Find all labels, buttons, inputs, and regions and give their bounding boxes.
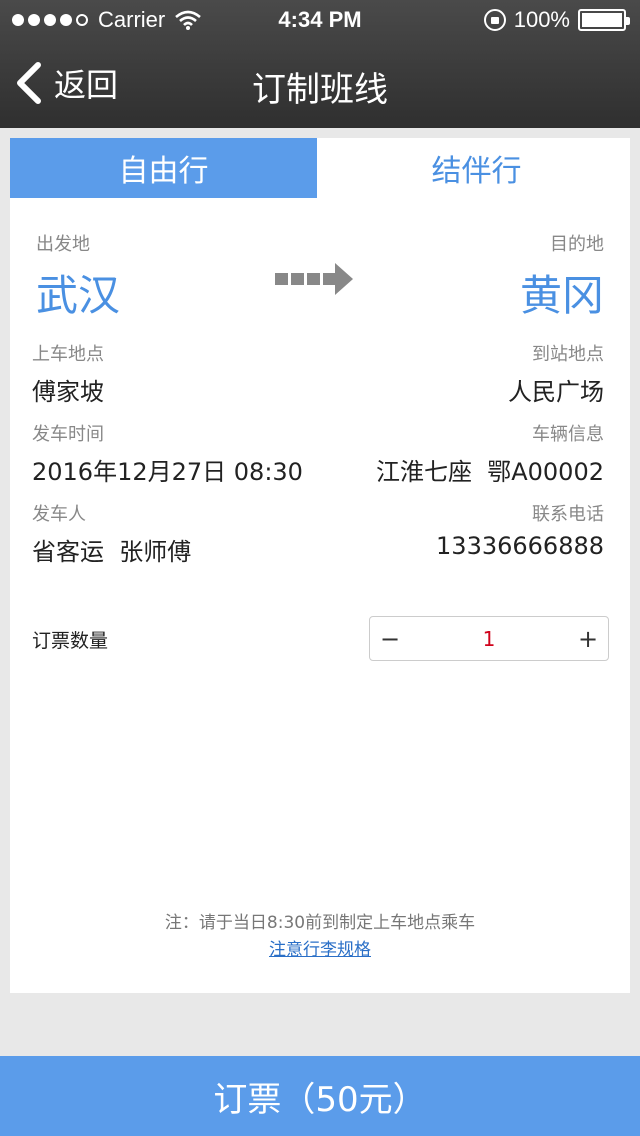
order-button[interactable]: 订票（50元） xyxy=(0,1056,640,1136)
operator-name: 省客运 张师傅 xyxy=(32,538,192,566)
departure-time-label: 发车时间 xyxy=(32,424,104,445)
status-right: 100% xyxy=(483,7,630,33)
pickup-label: 上车地点 xyxy=(32,344,104,365)
vehicle-label: 车辆信息 xyxy=(532,424,604,445)
tab-free-travel[interactable]: 自由行 xyxy=(10,138,317,198)
arrival-location: 人民广场 xyxy=(508,378,604,406)
phone-label: 联系电话 xyxy=(532,504,604,525)
quantity-value[interactable]: 1 xyxy=(410,627,568,651)
battery-icon xyxy=(578,9,630,31)
arrival-label: 到站地点 xyxy=(532,344,604,365)
increment-button[interactable]: + xyxy=(568,617,608,660)
phone-number[interactable]: 13336666888 xyxy=(436,532,604,560)
luggage-rules-link[interactable]: 注意行李规格 xyxy=(10,935,630,960)
origin-label: 出发地 xyxy=(36,234,90,255)
top-bar: Carrier 4:34 PM 100% 返回 订制班线 xyxy=(0,0,640,128)
nav-bar: 返回 订制班线 xyxy=(0,40,640,128)
vehicle-info: 江淮七座 鄂A00002 xyxy=(375,458,604,486)
battery-percent: 100% xyxy=(513,7,570,32)
tab-group-travel[interactable]: 结伴行 xyxy=(323,138,630,198)
decrement-button[interactable]: − xyxy=(370,617,410,660)
quantity-stepper: − 1 + xyxy=(369,616,609,661)
destination-label: 目的地 xyxy=(550,234,604,255)
operator-label: 发车人 xyxy=(32,504,86,525)
rotation-lock-icon xyxy=(483,9,506,31)
status-bar: Carrier 4:34 PM 100% xyxy=(0,0,640,40)
quantity-label: 订票数量 xyxy=(32,630,109,652)
departure-time: 2016年12月27日 08:30 xyxy=(32,458,303,486)
tab-bar: 自由行 结伴行 xyxy=(10,138,630,198)
page-title: 订制班线 xyxy=(252,70,388,110)
origin-city: 武汉 xyxy=(36,271,121,320)
booking-card: 自由行 结伴行 出发地 目的地 武汉 黄冈 上车地点 到站地点 傅家坡 人民广场… xyxy=(10,138,630,993)
destination-city: 黄冈 xyxy=(519,271,604,320)
arrow-right-icon xyxy=(275,263,353,295)
boarding-note: 注：请于当日8:30前到制定上车地点乘车 xyxy=(164,913,476,933)
pickup-location: 傅家坡 xyxy=(32,378,104,406)
